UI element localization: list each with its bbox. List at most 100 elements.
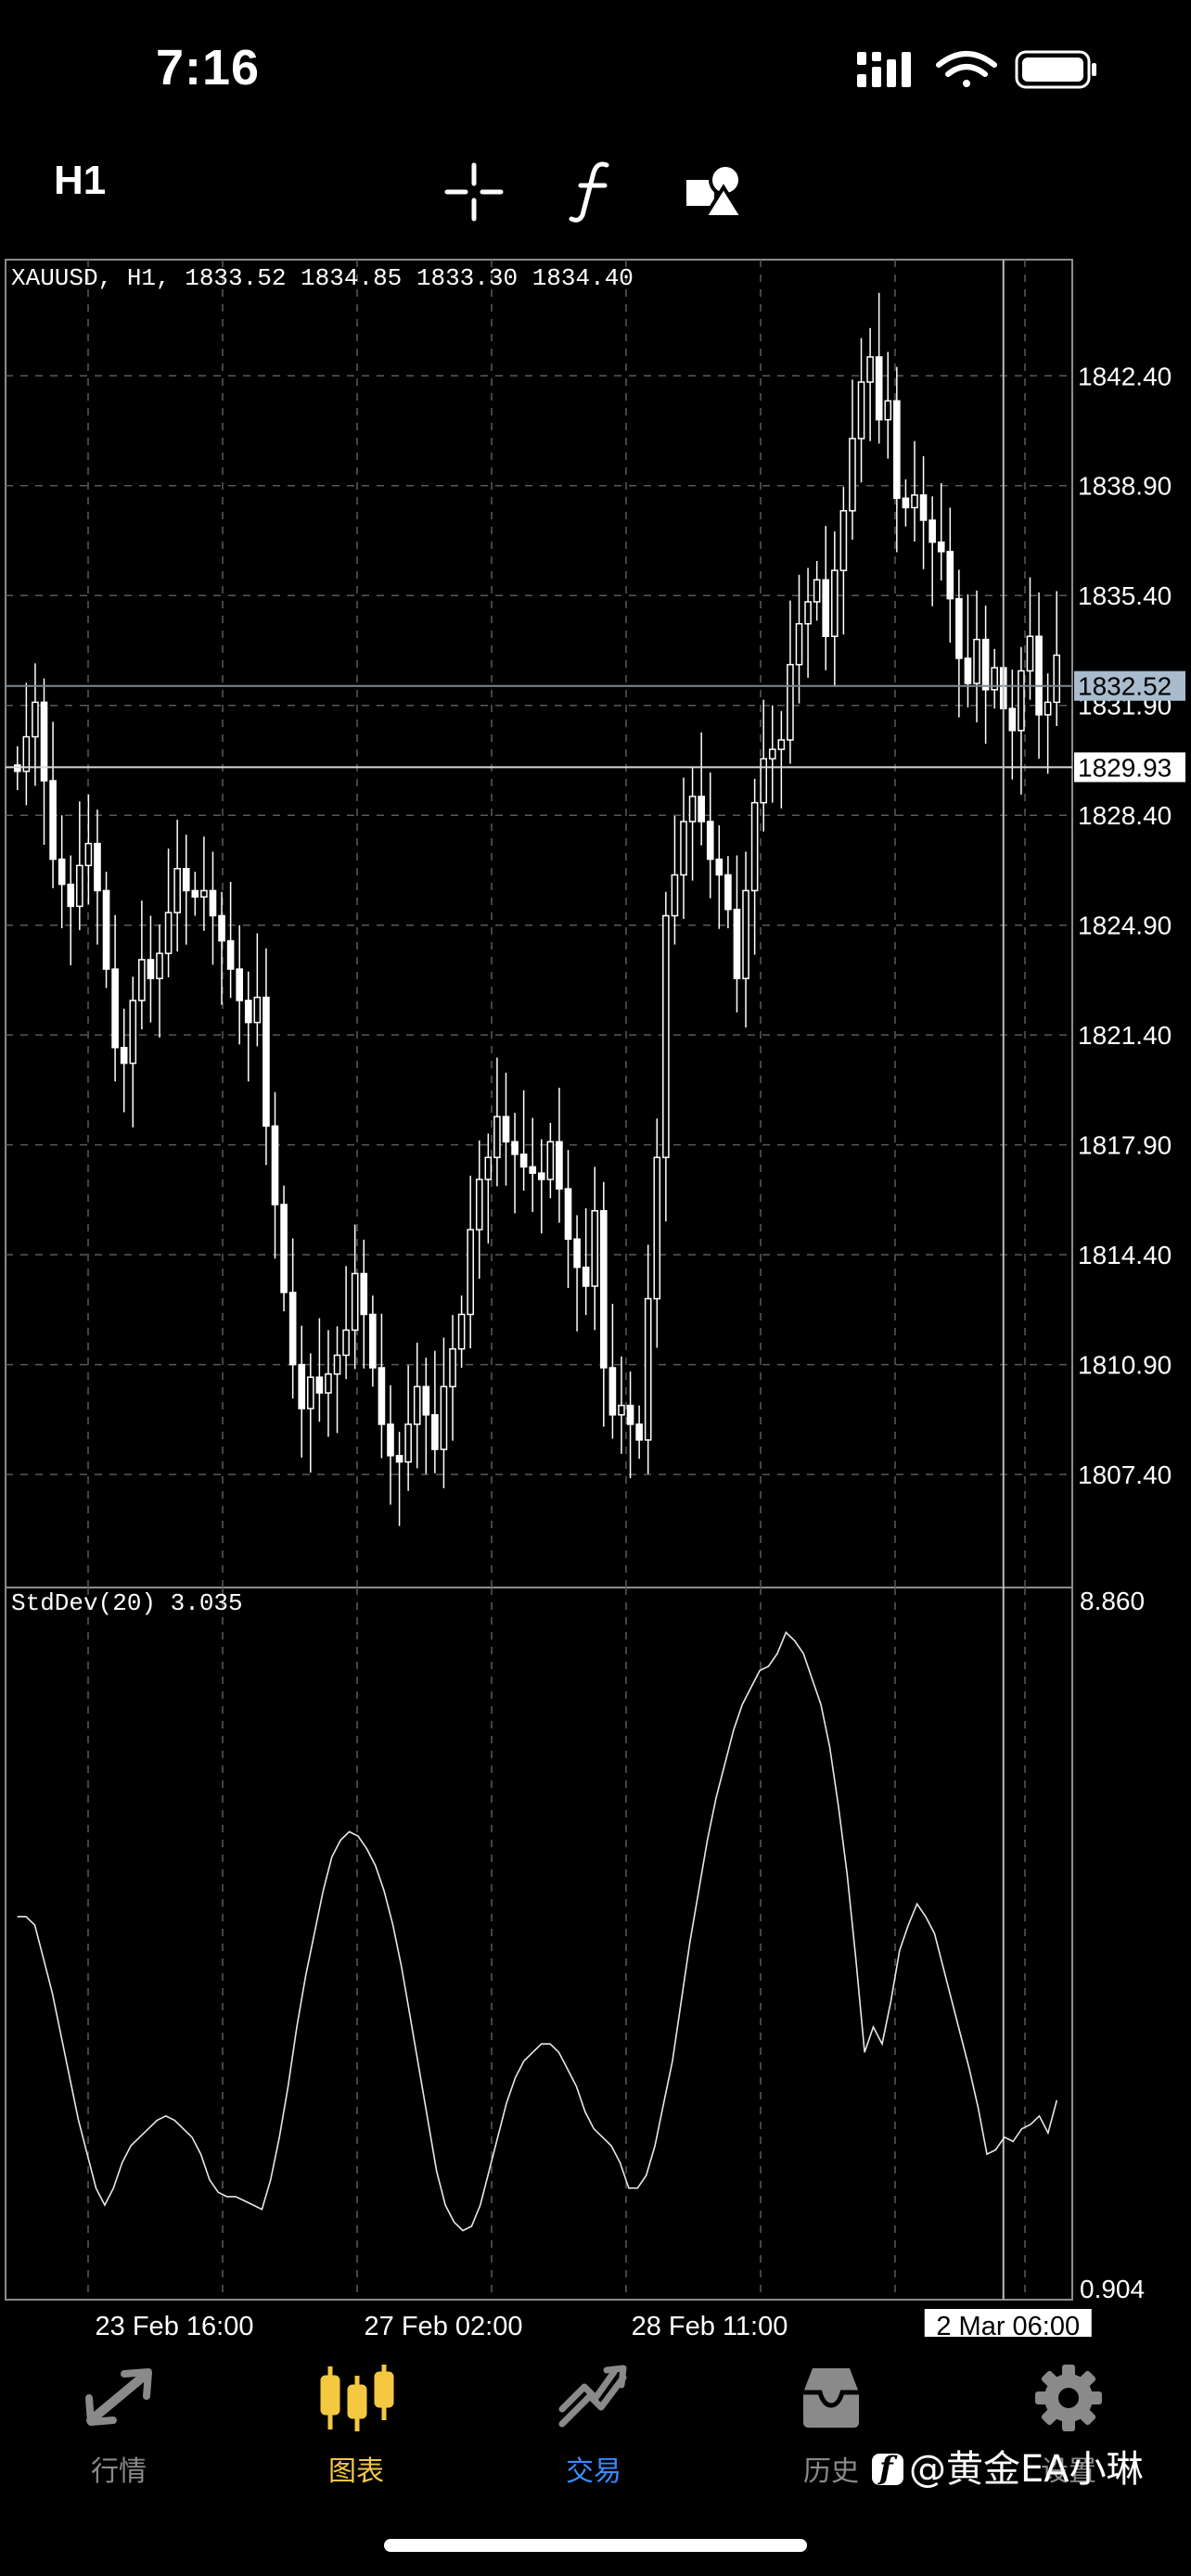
candle-bear: [431, 1414, 439, 1450]
candle-bull: [129, 1000, 137, 1065]
indicator-max-label: 8.860: [1080, 1587, 1145, 1615]
price-tick-label: 1824.90: [1078, 912, 1172, 940]
candle-bear: [236, 968, 244, 1001]
tab-trade[interactable]: 交易: [475, 2337, 712, 2494]
candle-bear: [263, 996, 270, 1128]
crosshair-icon[interactable]: [443, 161, 505, 223]
trade-icon: [558, 2365, 627, 2428]
candle-bear: [209, 889, 217, 917]
candle-bull: [1053, 654, 1061, 704]
candle-bull: [680, 821, 687, 876]
candle-bull: [546, 1141, 555, 1180]
candle-bear: [244, 1000, 252, 1024]
candle-bear: [120, 1046, 128, 1065]
chart-area[interactable]: 1842.401838.901835.401831.901828.401824.…: [0, 250, 1191, 2337]
candle-bear: [519, 1154, 528, 1168]
candle-bull: [644, 1297, 652, 1441]
candle-bull: [449, 1347, 456, 1388]
time-tick-label: 23 Feb 16:00: [96, 2312, 254, 2337]
candle-bear: [946, 551, 954, 600]
candle-bull: [333, 1354, 341, 1375]
candle-bear: [1008, 708, 1017, 732]
tab-bar: 行情 图表 交易 历史 设置: [0, 2337, 1191, 2522]
price-tick-label: 1814.40: [1078, 1241, 1172, 1269]
candle-bear: [556, 1141, 563, 1190]
chart-header: XAUUSD, H1, 1833.52 1834.85 1833.30 1834…: [11, 264, 634, 292]
candle-bear: [280, 1204, 288, 1294]
candle-bull: [777, 739, 786, 750]
candle-bear: [902, 497, 910, 509]
tab-quotes[interactable]: 行情: [0, 2337, 237, 2494]
candle-bear: [919, 494, 928, 521]
home-indicator[interactable]: [384, 2539, 807, 2552]
candle-bull: [662, 914, 670, 1158]
candle-bear: [1035, 635, 1043, 716]
candle-bear: [733, 909, 741, 979]
candle-bull: [1044, 701, 1052, 716]
candle-bear: [608, 1367, 617, 1416]
timeframe-button[interactable]: H1: [54, 158, 106, 204]
candle-bull: [200, 889, 208, 898]
price-tick-label: 1821.40: [1078, 1021, 1172, 1050]
candle-bull: [413, 1385, 421, 1425]
candle-bear: [49, 780, 57, 861]
candle-bear: [822, 579, 830, 637]
candle-bull: [866, 356, 874, 383]
price-tick-label: 1828.40: [1078, 801, 1172, 830]
candle-bear: [288, 1292, 297, 1366]
candle-bear: [529, 1166, 537, 1174]
price-tick-label: 1817.90: [1078, 1131, 1172, 1160]
candle-bull: [760, 758, 768, 804]
objects-icon[interactable]: [683, 159, 746, 221]
battery-icon: [1015, 50, 1096, 89]
gear-icon: [1035, 2365, 1102, 2431]
candle-bear: [182, 868, 190, 892]
candle-bull: [830, 569, 839, 637]
tab-chart[interactable]: 图表: [237, 2337, 475, 2494]
candle-bull: [493, 1116, 501, 1158]
candle-bear: [40, 701, 48, 782]
candle-bull: [457, 1313, 466, 1350]
candle-bear: [955, 597, 963, 659]
candle-bear: [387, 1423, 394, 1457]
candle-bull: [787, 663, 794, 741]
candle-bull: [813, 579, 821, 603]
candle-bull: [839, 510, 848, 571]
candle-bear: [58, 858, 66, 886]
candle-bear: [94, 842, 101, 892]
candle-bear: [502, 1116, 510, 1143]
candle-bull: [849, 438, 856, 512]
candle-bull: [1026, 635, 1034, 672]
candle-bull: [804, 601, 812, 625]
time-tick-label: 28 Feb 11:00: [632, 2312, 788, 2337]
cellular-signal-icon: [857, 52, 911, 87]
function-icon[interactable]: [566, 158, 621, 223]
crosshair-price-label: 1829.93: [1078, 753, 1172, 782]
candle-bear: [698, 796, 705, 823]
candle-bull: [857, 381, 865, 440]
candle-bear: [191, 889, 199, 898]
status-icons: [857, 50, 1096, 89]
price-tick-label: 1838.90: [1078, 472, 1172, 501]
candle-bear: [893, 400, 901, 500]
candle-bull: [164, 912, 173, 954]
candle-bear: [511, 1141, 519, 1155]
candle-bear: [937, 541, 945, 553]
candle-bear: [537, 1172, 545, 1180]
indicator-header: StdDev(20) 3.035: [11, 1589, 243, 1617]
candle-bull: [253, 996, 262, 1024]
tab-chart-label: 图表: [328, 2455, 384, 2488]
candle-bear: [582, 1266, 590, 1287]
candle-bear: [573, 1238, 581, 1269]
watermark: f @黄金EA小琳: [872, 2439, 1144, 2493]
candle-bear: [111, 968, 119, 1049]
candle-bear: [315, 1376, 324, 1394]
candle-bull: [76, 864, 83, 908]
tab-trade-label: 交易: [566, 2455, 621, 2488]
candle-bull: [671, 874, 679, 917]
candle-bull: [84, 842, 93, 867]
candle-bear: [369, 1313, 377, 1369]
candle-bear: [964, 657, 972, 684]
quotes-icon: [85, 2368, 152, 2426]
candle-bear: [271, 1125, 279, 1205]
